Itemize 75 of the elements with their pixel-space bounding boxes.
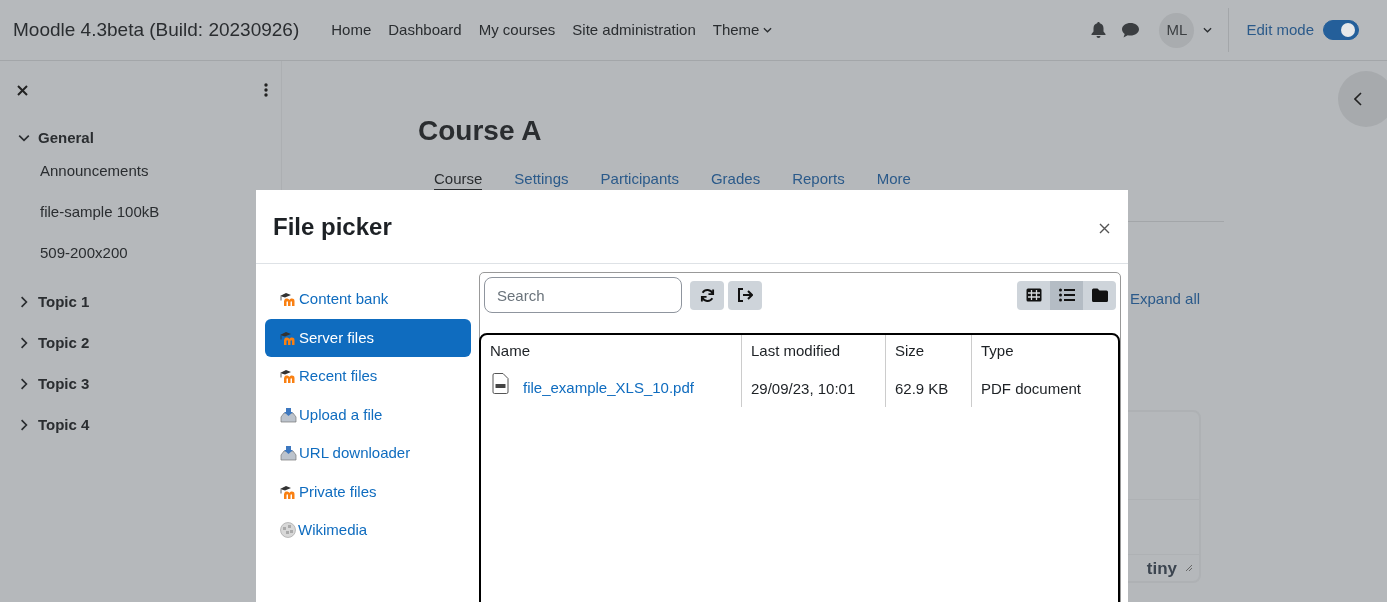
- activity-link[interactable]: Announcements: [40, 160, 149, 183]
- column-header[interactable]: Type: [981, 340, 1109, 363]
- grid-icon: [1025, 288, 1042, 302]
- folder-icon: [1091, 288, 1108, 302]
- chevron-icon[interactable]: [18, 134, 30, 142]
- sign-out-icon: [737, 288, 753, 302]
- edit-mode-switch[interactable]: [1323, 20, 1359, 40]
- chat-bubble-icon[interactable]: [1122, 22, 1140, 38]
- column-header[interactable]: Size: [895, 340, 962, 363]
- repository-item[interactable]: Wikimedia: [265, 511, 471, 550]
- view-toggle-button[interactable]: [1050, 280, 1083, 310]
- activity-link[interactable]: file-sample 100kB: [40, 201, 160, 224]
- chevron-icon[interactable]: [20, 419, 28, 431]
- list-icon: [1058, 288, 1075, 302]
- refresh-button[interactable]: [690, 280, 724, 310]
- site-name[interactable]: Moodle 4.3beta (Build: 20230926): [13, 15, 300, 45]
- caret-icon: [1203, 27, 1213, 33]
- resize-handle-icon[interactable]: [1185, 564, 1193, 572]
- upload-tray-icon: [280, 445, 297, 462]
- drawer-toggle-button[interactable]: [1338, 71, 1387, 127]
- edit-mode-label: Edit mode: [1246, 19, 1314, 40]
- course-tab[interactable]: Settings: [514, 170, 569, 191]
- section-title[interactable]: Topic 2: [38, 331, 90, 355]
- globe-icon: [280, 522, 296, 539]
- close-icon[interactable]: [1099, 223, 1110, 234]
- table-cell-text: 29/09/23, 10:01: [751, 378, 857, 399]
- course-tab[interactable]: Participants: [600, 170, 679, 191]
- chevron-left-icon: [1354, 92, 1362, 106]
- mortarboard-icon: [280, 330, 297, 345]
- editor-logo[interactable]: tiny: [1146, 559, 1177, 577]
- course-tab[interactable]: More: [876, 170, 911, 191]
- chevron-icon[interactable]: [20, 296, 28, 308]
- mortarboard-icon: [280, 369, 297, 384]
- table-cell-text: PDF document: [981, 378, 1083, 399]
- nav-link[interactable]: Site administration: [572, 18, 696, 42]
- nav-link[interactable]: My courses: [478, 18, 556, 42]
- caret-icon: [763, 27, 773, 33]
- repository-item[interactable]: URL downloader: [265, 434, 471, 473]
- nav-link[interactable]: Home: [331, 18, 372, 42]
- column-header[interactable]: Last modified: [751, 340, 876, 363]
- mortarboard-icon: [280, 484, 297, 499]
- search-field[interactable]: Search: [484, 277, 682, 313]
- kebab-menu-icon[interactable]: [264, 83, 268, 97]
- refresh-icon: [699, 287, 715, 303]
- upload-tray-icon: [280, 406, 297, 423]
- course-title: Course A: [418, 114, 543, 148]
- column-header[interactable]: Name: [490, 340, 732, 363]
- course-tab[interactable]: Grades: [710, 170, 761, 191]
- repository-item[interactable]: Upload a file: [265, 395, 471, 434]
- user-avatar[interactable]: ML: [1159, 12, 1195, 48]
- activity-link[interactable]: 509-200x200: [40, 242, 128, 265]
- dialog-title: File picker: [273, 211, 392, 242]
- logout-button[interactable]: [728, 280, 762, 310]
- mortarboard-icon: [280, 292, 297, 307]
- bell-icon[interactable]: [1091, 22, 1107, 38]
- section-title[interactable]: Topic 4: [38, 413, 90, 437]
- repository-item[interactable]: Private files: [265, 472, 471, 511]
- close-icon[interactable]: [17, 84, 28, 96]
- section-title[interactable]: Topic 3: [38, 372, 90, 396]
- repository-item[interactable]: Recent files: [265, 357, 471, 396]
- repository-item[interactable]: Server files: [265, 318, 471, 357]
- view-toggle-button[interactable]: [1017, 280, 1050, 310]
- chevron-icon[interactable]: [20, 337, 28, 349]
- chevron-icon[interactable]: [20, 378, 28, 390]
- table-cell-text: 62.9 KB: [895, 378, 950, 399]
- view-toggle-button[interactable]: [1083, 280, 1116, 310]
- nav-link[interactable]: Theme: [712, 18, 773, 42]
- pdf-file-icon: [492, 373, 509, 395]
- course-tab[interactable]: Reports: [792, 170, 845, 191]
- section-title[interactable]: General: [38, 126, 94, 150]
- nav-link[interactable]: Dashboard: [388, 18, 462, 42]
- expand-all-link[interactable]: Expand all: [1130, 288, 1201, 311]
- file-link[interactable]: file_example_XLS_10.pdf: [523, 376, 694, 399]
- section-title[interactable]: Topic 1: [38, 290, 90, 314]
- repository-item[interactable]: Content bank: [265, 280, 471, 319]
